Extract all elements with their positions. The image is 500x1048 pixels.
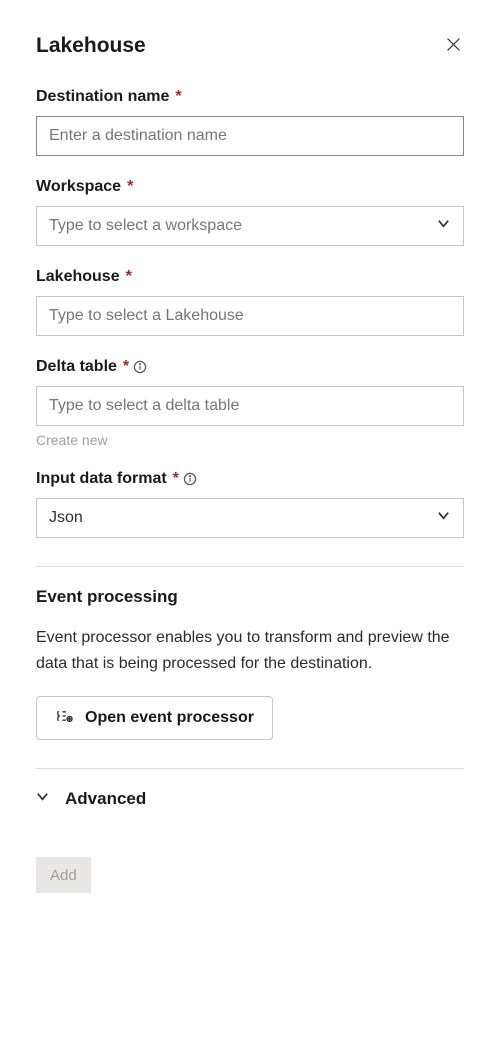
required-star: * <box>173 470 179 488</box>
event-processing-title: Event processing <box>36 587 464 607</box>
required-star: * <box>123 358 129 376</box>
lakehouse-input[interactable] <box>36 296 464 336</box>
panel-title: Lakehouse <box>36 34 146 58</box>
required-star: * <box>127 178 133 196</box>
divider <box>36 566 464 567</box>
divider <box>36 768 464 769</box>
event-processor-icon <box>55 706 75 731</box>
add-button: Add <box>36 857 91 893</box>
required-star: * <box>126 268 132 286</box>
info-icon[interactable] <box>133 360 147 374</box>
advanced-title: Advanced <box>65 789 146 809</box>
chevron-down-icon <box>36 790 49 808</box>
workspace-input[interactable] <box>36 206 464 246</box>
input-data-format-select[interactable]: Json <box>36 498 464 538</box>
create-new-link[interactable]: Create new <box>36 432 464 448</box>
close-icon <box>445 40 462 57</box>
input-data-format-value[interactable]: Json <box>36 498 464 538</box>
input-data-format-label: Input data format* <box>36 470 464 488</box>
advanced-toggle[interactable]: Advanced <box>36 789 464 809</box>
open-event-processor-button[interactable]: Open event processor <box>36 696 273 740</box>
workspace-select[interactable] <box>36 206 464 246</box>
delta-table-label: Delta table* <box>36 358 464 376</box>
destination-name-label: Destination name* <box>36 88 464 106</box>
required-star: * <box>175 88 181 106</box>
open-event-processor-label: Open event processor <box>85 709 254 727</box>
workspace-label: Workspace* <box>36 178 464 196</box>
delta-table-input[interactable] <box>36 386 464 426</box>
info-icon[interactable] <box>183 472 197 486</box>
destination-name-input[interactable] <box>36 116 464 156</box>
event-processing-description: Event processor enables you to transform… <box>36 625 464 676</box>
lakehouse-label: Lakehouse* <box>36 268 464 286</box>
close-button[interactable] <box>443 34 464 60</box>
